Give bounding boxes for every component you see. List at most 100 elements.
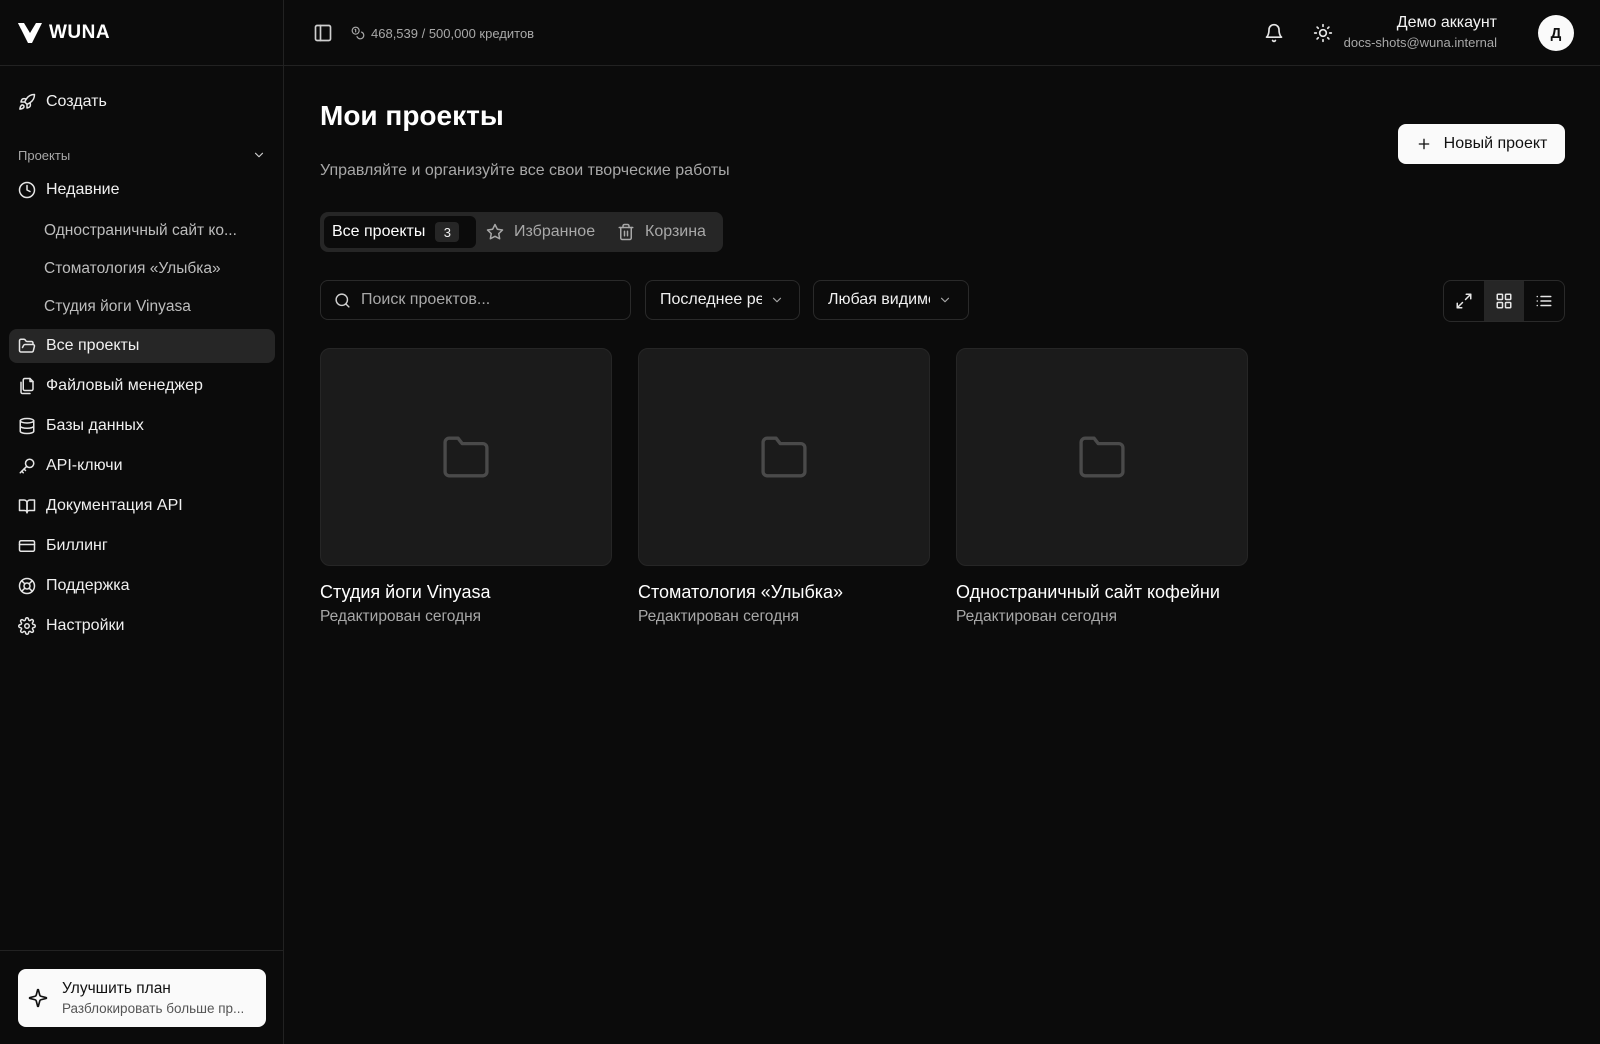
life-buoy-icon [18,577,36,595]
sidebar-item-label: Поддержка [46,577,130,594]
sidebar-item-label: Создать [46,93,107,110]
tab-trash[interactable]: Корзина [617,216,706,248]
projects-section-header[interactable]: Проекты [18,146,266,164]
sidebar-item-databases[interactable]: Базы данных [9,409,275,443]
account-email: docs-shots@wuna.internal [1343,35,1497,50]
trash-icon [617,223,635,241]
list-view-button[interactable] [1524,281,1564,321]
project-card[interactable]: Студия йоги Vinyasa Редактирован сегодня [320,348,612,626]
tab-favorites[interactable]: Избранное [486,216,595,248]
folder-icon [440,434,492,480]
sparkles-icon [28,988,48,1008]
toggle-sidebar-icon[interactable] [313,23,333,43]
sidebar-item-settings[interactable]: Настройки [9,609,275,643]
project-edited-time: Редактирован сегодня [956,608,1118,625]
new-project-label: Новый проект [1443,135,1548,152]
project-edited-time: Редактирован сегодня [638,608,800,625]
sidebar-item-label: Недавние [46,181,120,198]
page-subtitle: Управляйте и организуйте все свои творче… [320,162,730,179]
sidebar-item-label: API-ключи [46,457,123,474]
bell-icon[interactable] [1264,23,1284,43]
sidebar-item-file-manager[interactable]: Файловый менеджер [9,369,275,403]
tab-all-projects[interactable]: Все проекты 3 [324,216,476,248]
sidebar-item-label: Все проекты [46,337,140,354]
sidebar-item-label: Биллинг [46,537,108,554]
credits-indicator: 468,539 / 500,000 кредитов [351,23,534,43]
sidebar-divider [0,65,284,66]
recent-project-item[interactable]: Стоматология «Улыбка» [44,255,274,283]
logo-mark-icon [17,22,43,44]
sidebar-item-api-keys[interactable]: API-ключи [9,449,275,483]
tab-label: Избранное [514,223,596,240]
chevron-down-icon [252,148,266,162]
upgrade-subtitle: Разблокировать больше пр... [62,1001,245,1016]
search-input[interactable] [361,291,621,309]
plus-icon [1416,136,1432,152]
folder-icon [1076,434,1128,480]
search-icon [334,292,351,309]
tab-label: Корзина [645,223,706,240]
chevron-down-icon [938,293,952,307]
sun-icon[interactable] [1313,23,1333,43]
tab-count-badge: 3 [435,222,460,242]
list-icon [1535,292,1553,310]
visibility-value: Любая видимость [828,291,930,308]
project-thumbnail[interactable] [320,348,612,566]
sidebar-item-create[interactable]: Создать [9,85,275,119]
upgrade-plan-button[interactable]: Улучшить план Разблокировать больше пр..… [18,969,266,1027]
sidebar: WUNA Создать Проекты Недавние Однострани… [0,0,284,1044]
project-card[interactable]: Стоматология «Улыбка» Редактирован сегод… [638,348,930,626]
section-label: Проекты [18,147,71,163]
sidebar-item-label: Документация API [46,497,183,514]
project-edited-time: Редактирован сегодня [320,608,482,625]
project-title[interactable]: Одностраничный сайт кофейни [956,582,1248,603]
sidebar-item-label: Настройки [46,617,125,634]
sidebar-item-api-docs[interactable]: Документация API [9,489,275,523]
sidebar-item-billing[interactable]: Биллинг [9,529,275,563]
recent-project-item[interactable]: Студия йоги Vinyasa [44,293,274,321]
sidebar-divider [0,950,284,951]
new-project-button[interactable]: Новый проект [1398,124,1565,164]
grid-view-button[interactable] [1484,281,1524,321]
chevron-down-icon [770,293,784,307]
project-card[interactable]: Одностраничный сайт кофейни Редактирован… [956,348,1248,626]
account-name: Демо аккаунт [1396,14,1497,31]
recent-project-item[interactable]: Одностраничный сайт ко... [44,217,274,245]
files-icon [18,377,36,395]
grid-icon [1495,292,1513,310]
sort-value: Последнее редактирование [660,291,762,308]
folder-open-icon [18,337,36,355]
avatar[interactable]: Д [1538,15,1574,51]
book-icon [18,497,36,515]
star-icon [486,223,504,241]
credit-card-icon [18,537,36,555]
sort-select[interactable]: Последнее редактирование [645,280,800,320]
sidebar-item-label: Базы данных [46,417,144,434]
sidebar-item-all-projects[interactable]: Все проекты [9,329,275,363]
project-title[interactable]: Студия йоги Vinyasa [320,582,612,603]
account-info[interactable]: Демо аккаунт docs-shots@wuna.internal [1344,14,1497,50]
visibility-select[interactable]: Любая видимость [813,280,969,320]
key-icon [18,457,36,475]
database-icon [18,417,36,435]
maximize-icon [1455,292,1473,310]
logo[interactable]: WUNA [17,20,110,46]
upgrade-title: Улучшить план [62,980,171,997]
sidebar-item-support[interactable]: Поддержка [9,569,275,603]
tab-label: Все проекты [332,223,426,240]
gear-icon [18,617,36,635]
rocket-icon [18,93,36,111]
project-tabs: Все проекты 3 Избранное Корзина [320,212,723,252]
sidebar-item-recent[interactable]: Недавние [9,173,275,207]
page-title: Мои проекты [320,100,504,131]
project-title[interactable]: Стоматология «Улыбка» [638,582,930,603]
project-thumbnail[interactable] [956,348,1248,566]
logo-text: WUNA [49,22,111,43]
folder-icon [758,434,810,480]
search-box [320,280,631,320]
project-thumbnail[interactable] [638,348,930,566]
sidebar-item-label: Файловый менеджер [46,377,203,394]
view-mode-toggle [1443,280,1565,322]
coins-icon [351,26,365,40]
expand-view-button[interactable] [1444,281,1484,321]
